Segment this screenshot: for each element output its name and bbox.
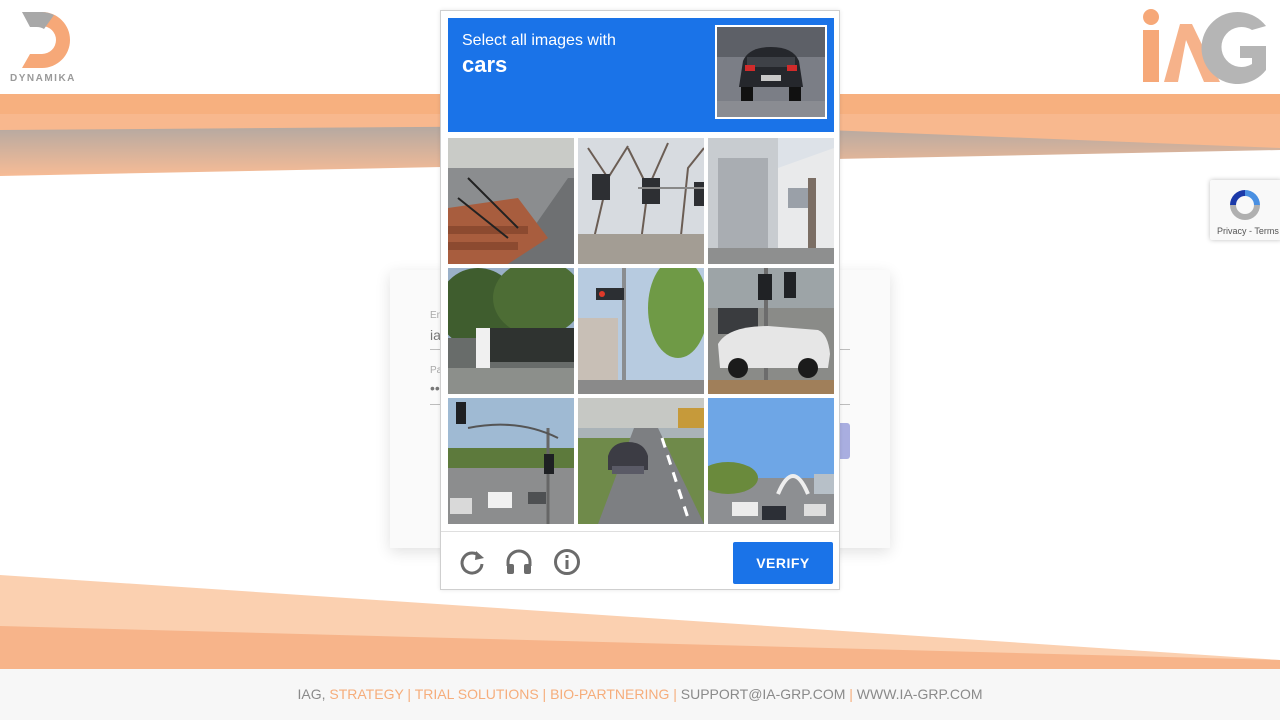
site-footer: IAG, STRATEGY | TRIAL SOLUTIONS | BIO-PA…: [0, 669, 1280, 720]
privacy-terms-link[interactable]: Privacy - Terms: [1217, 226, 1279, 236]
headphones-icon[interactable]: [505, 548, 533, 576]
recaptcha-logo-icon: [1230, 190, 1260, 220]
captcha-footer: VERIFY: [441, 531, 839, 589]
captcha-prompt: Select all images with: [462, 32, 616, 49]
footer-separator: |: [845, 686, 857, 702]
iag-logo: [1143, 9, 1266, 84]
footer-services: STRATEGY | TRIAL SOLUTIONS | BIO-PARTNER…: [329, 686, 681, 702]
dynamika-logo-text: DYNAMIKA: [10, 73, 76, 84]
tile-building-street[interactable]: [708, 138, 834, 264]
tile-bridge-cars[interactable]: [708, 398, 834, 524]
captcha-header: Select all images with cars: [448, 18, 834, 132]
tile-parked-cars[interactable]: [708, 268, 834, 394]
tile-park-trees[interactable]: [448, 268, 574, 394]
tile-highway-traffic[interactable]: [448, 398, 574, 524]
captcha-sample-image: [715, 25, 827, 119]
tile-traffic-lights-trees[interactable]: [578, 138, 704, 264]
footer-company: IAG,: [297, 686, 330, 702]
tile-road-car[interactable]: [578, 398, 704, 524]
captcha-target: cars: [462, 52, 508, 77]
info-icon[interactable]: [553, 548, 581, 576]
reload-icon[interactable]: [458, 548, 486, 576]
verify-button[interactable]: VERIFY: [733, 542, 833, 584]
footer-website-link[interactable]: WWW.IA-GRP.COM: [857, 686, 983, 702]
page: DYNAMIKA Em ia Pa •• Privacy - Terms Sel…: [0, 0, 1280, 720]
footer-email-link[interactable]: SUPPORT@IA-GRP.COM: [681, 686, 846, 702]
captcha-dialog: Select all images with cars VERIFY: [440, 10, 840, 590]
tile-traffic-light-city[interactable]: [578, 268, 704, 394]
tile-stairs-road[interactable]: [448, 138, 574, 264]
password-field[interactable]: ••: [430, 380, 440, 396]
recaptcha-badge[interactable]: Privacy - Terms: [1210, 180, 1280, 240]
